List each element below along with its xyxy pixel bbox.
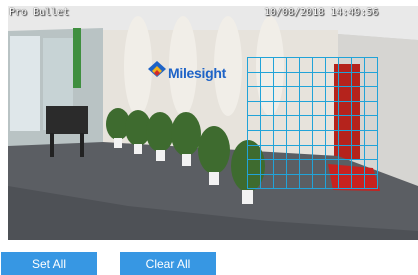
motion-grid-cell[interactable] <box>247 86 261 102</box>
motion-grid-cell[interactable] <box>247 115 261 131</box>
camera-live-view[interactable]: Milesight Pro Bullet 10/08/2018 14:49:56 <box>8 6 418 240</box>
motion-grid-cell[interactable] <box>312 159 326 175</box>
motion-grid-cell[interactable] <box>299 115 313 131</box>
motion-grid-cell[interactable] <box>364 115 378 131</box>
motion-grid-cell[interactable] <box>351 100 365 117</box>
motion-grid-cell[interactable] <box>364 130 378 146</box>
motion-grid-cell[interactable] <box>312 173 326 190</box>
motion-grid-cell[interactable] <box>325 71 339 88</box>
motion-grid-cell[interactable] <box>351 115 365 131</box>
motion-grid-cell[interactable] <box>260 100 274 117</box>
motion-grid-cell[interactable] <box>325 57 339 73</box>
motion-grid-cell[interactable] <box>247 100 261 117</box>
motion-grid-cell[interactable] <box>260 144 274 161</box>
motion-grid-cell[interactable] <box>247 173 261 190</box>
motion-grid-cell[interactable] <box>338 130 352 146</box>
motion-grid-cell[interactable] <box>273 159 287 175</box>
motion-grid-cell[interactable] <box>312 71 326 88</box>
motion-grid-cell[interactable] <box>299 71 313 88</box>
motion-grid-cell[interactable] <box>325 100 339 117</box>
motion-grid-cell[interactable] <box>351 86 365 102</box>
motion-grid-cell[interactable] <box>273 86 287 102</box>
motion-grid-cell[interactable] <box>325 115 339 131</box>
motion-grid-cell[interactable] <box>338 57 352 73</box>
motion-grid-cell[interactable] <box>286 144 300 161</box>
motion-grid-cell[interactable] <box>247 71 261 88</box>
motion-grid-cell[interactable] <box>273 173 287 190</box>
motion-grid-cell[interactable] <box>312 57 326 73</box>
motion-grid-cell[interactable] <box>364 100 378 117</box>
motion-grid-cell[interactable] <box>312 86 326 102</box>
motion-grid-cell[interactable] <box>260 159 274 175</box>
motion-grid-cell[interactable] <box>299 144 313 161</box>
motion-grid-cell[interactable] <box>286 173 300 190</box>
motion-grid-cell[interactable] <box>247 130 261 146</box>
motion-grid-cell[interactable] <box>338 115 352 131</box>
motion-grid-cell[interactable] <box>273 130 287 146</box>
motion-grid-cell[interactable] <box>260 130 274 146</box>
motion-grid-cell[interactable] <box>286 100 300 117</box>
motion-grid-cell[interactable] <box>351 144 365 161</box>
motion-grid-cell[interactable] <box>351 71 365 88</box>
motion-grid-cell[interactable] <box>364 144 378 161</box>
motion-grid-cell[interactable] <box>364 86 378 102</box>
motion-grid-cell[interactable] <box>299 159 313 175</box>
motion-grid-cell[interactable] <box>364 173 378 190</box>
motion-detection-grid[interactable] <box>8 6 418 240</box>
motion-grid-cell[interactable] <box>286 57 300 73</box>
motion-grid-cell[interactable] <box>260 57 274 73</box>
motion-grid-cell[interactable] <box>286 159 300 175</box>
motion-grid-cell[interactable] <box>286 130 300 146</box>
motion-grid-cell[interactable] <box>299 173 313 190</box>
motion-grid-cell[interactable] <box>338 173 352 190</box>
motion-grid-cell[interactable] <box>338 100 352 117</box>
motion-grid-cell[interactable] <box>312 130 326 146</box>
motion-grid-cell[interactable] <box>364 57 378 73</box>
set-all-button[interactable]: Set All <box>1 252 97 275</box>
motion-grid-cell[interactable] <box>260 115 274 131</box>
motion-grid-cell[interactable] <box>286 115 300 131</box>
motion-grid-cell[interactable] <box>273 100 287 117</box>
motion-grid-cell[interactable] <box>260 71 274 88</box>
motion-grid-cell[interactable] <box>338 144 352 161</box>
motion-grid-cell[interactable] <box>299 86 313 102</box>
motion-grid-cell[interactable] <box>299 100 313 117</box>
motion-grid-cell[interactable] <box>351 130 365 146</box>
motion-grid-cell[interactable] <box>338 71 352 88</box>
motion-grid-cell[interactable] <box>312 144 326 161</box>
motion-grid-cell[interactable] <box>273 115 287 131</box>
motion-grid-cell[interactable] <box>364 159 378 175</box>
motion-grid-cell[interactable] <box>299 130 313 146</box>
motion-grid-cell[interactable] <box>273 144 287 161</box>
motion-grid-cell[interactable] <box>286 71 300 88</box>
motion-grid-cell[interactable] <box>260 173 274 190</box>
motion-grid-cell[interactable] <box>325 86 339 102</box>
clear-all-button[interactable]: Clear All <box>120 252 216 275</box>
motion-grid-cell[interactable] <box>247 144 261 161</box>
motion-grid-cell[interactable] <box>325 173 339 190</box>
motion-grid-cell[interactable] <box>312 100 326 117</box>
motion-grid-cell[interactable] <box>351 57 365 73</box>
motion-grid-cell[interactable] <box>325 159 339 175</box>
motion-grid-cell[interactable] <box>338 159 352 175</box>
motion-grid-cell[interactable] <box>260 86 274 102</box>
motion-grid-cell[interactable] <box>325 130 339 146</box>
motion-grid-cell[interactable] <box>273 57 287 73</box>
motion-grid-cell[interactable] <box>351 159 365 175</box>
motion-grid-cell[interactable] <box>247 57 261 73</box>
motion-grid-cell[interactable] <box>312 115 326 131</box>
motion-grid-cell[interactable] <box>351 173 365 190</box>
motion-grid-cell[interactable] <box>338 86 352 102</box>
motion-grid-cell[interactable] <box>247 159 261 175</box>
motion-grid-cell[interactable] <box>286 86 300 102</box>
motion-grid-cell[interactable] <box>325 144 339 161</box>
motion-grid-cell[interactable] <box>273 71 287 88</box>
motion-grid-cell[interactable] <box>299 57 313 73</box>
motion-grid-cell[interactable] <box>364 71 378 88</box>
